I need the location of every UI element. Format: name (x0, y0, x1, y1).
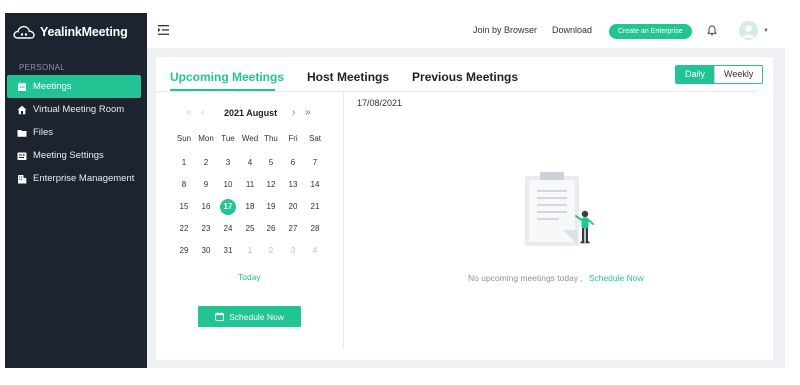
calendar-day[interactable]: 2 (198, 155, 214, 171)
calendar-day[interactable]: 22 (176, 221, 192, 237)
calendar-day[interactable]: 29 (176, 243, 192, 259)
sidebar-item-meeting-settings[interactable]: Meeting Settings (7, 144, 141, 167)
sidebar-item-label: Meeting Settings (33, 150, 104, 161)
meeting-tabs: Upcoming Meetings Host Meetings Previous… (170, 57, 541, 91)
brand-name: YealinkMeeting (40, 25, 128, 39)
active-tab-indicator (170, 89, 275, 91)
sidebar-item-virtual-meeting-room[interactable]: Virtual Meeting Room (7, 98, 141, 121)
bell-icon[interactable] (707, 25, 717, 36)
calendar-day[interactable]: 14 (307, 177, 323, 193)
calendar-day[interactable]: 4 (242, 155, 258, 171)
calendar-day[interactable]: 23 (198, 221, 214, 237)
menu-collapse-icon[interactable] (158, 24, 170, 36)
calendar-day[interactable]: 6 (285, 155, 301, 171)
calendar-day[interactable]: 5 (263, 155, 279, 171)
calendar-day-next-month[interactable]: 1 (242, 243, 258, 259)
calendar-day-next-month[interactable]: 4 (307, 243, 323, 259)
calendar-day[interactable]: 24 (220, 221, 236, 237)
empty-state-text: No upcoming meetings today , (468, 273, 583, 283)
calendar-header: « ‹ 2021 August › » (156, 107, 342, 121)
calendar-day[interactable]: 11 (242, 177, 258, 193)
weekday-label: Tue (221, 134, 235, 143)
tab-upcoming-meetings[interactable]: Upcoming Meetings (170, 70, 284, 91)
calendar-day-next-month[interactable]: 3 (285, 243, 301, 259)
sidebar-item-meetings[interactable]: Meetings (7, 75, 141, 98)
app-logo[interactable]: YealinkMeeting (13, 22, 128, 42)
prev-month-icon[interactable]: ‹ (201, 107, 204, 118)
weekday-label: Sat (308, 134, 321, 143)
calendar-icon (215, 312, 224, 321)
calendar-day[interactable]: 7 (307, 155, 323, 171)
calendar-day[interactable]: 19 (263, 199, 279, 215)
calendar-day-selected[interactable]: 17 (220, 199, 236, 215)
sidebar-item-label: Meetings (33, 81, 72, 92)
sidebar: YealinkMeeting PERSONAL Meetings Virtual… (5, 13, 147, 368)
calendar-day[interactable]: 8 (176, 177, 192, 193)
empty-state-schedule-link[interactable]: Schedule Now (589, 273, 644, 283)
yealink-logo-icon (13, 25, 35, 39)
calendar-day[interactable]: 27 (285, 221, 301, 237)
top-bar: Join by Browser Download Create an Enter… (147, 13, 785, 49)
settings-icon (17, 151, 27, 161)
view-toggle: Daily Weekly (675, 65, 764, 84)
calendar-day[interactable]: 15 (176, 199, 192, 215)
calendar-day-next-month[interactable]: 2 (263, 243, 279, 259)
empty-clipboard-illustration (525, 172, 594, 246)
sidebar-section-label: PERSONAL (19, 63, 65, 72)
calendar-day[interactable]: 26 (263, 221, 279, 237)
weekday-label: Sun (176, 134, 192, 143)
sidebar-nav: Meetings Virtual Meeting Room Files Meet… (7, 75, 141, 190)
user-avatar-icon (739, 21, 758, 40)
weekday-label: Thu (264, 134, 278, 143)
calendar-day[interactable]: 30 (198, 243, 214, 259)
weekday-label: Wed (241, 134, 259, 143)
calendar-day[interactable]: 28 (307, 221, 323, 237)
today-link[interactable]: Today (238, 272, 261, 282)
tab-previous-meetings[interactable]: Previous Meetings (412, 70, 518, 91)
calendar-day[interactable]: 18 (242, 199, 258, 215)
weekly-view-button[interactable]: Weekly (714, 66, 763, 83)
chevron-down-icon[interactable]: ▼ (763, 28, 769, 34)
calendar-day[interactable]: 12 (263, 177, 279, 193)
next-month-icon[interactable]: › (292, 107, 295, 118)
weekday-label: Fri (288, 134, 298, 143)
schedule-now-button[interactable]: Schedule Now (198, 306, 301, 327)
sidebar-item-label: Files (33, 127, 54, 138)
calendar-day[interactable]: 13 (285, 177, 301, 193)
calendar-day[interactable]: 21 (307, 199, 323, 215)
folder-icon (17, 128, 27, 138)
weekday-label: Mon (198, 134, 214, 143)
sidebar-item-files[interactable]: Files (7, 121, 141, 144)
calendar-day[interactable]: 3 (220, 155, 236, 171)
calendar-icon (17, 82, 27, 92)
next-year-icon[interactable]: » (305, 107, 311, 118)
create-enterprise-button[interactable]: Create an Enterprise (609, 24, 692, 39)
avatar[interactable] (739, 21, 758, 40)
calendar-day[interactable]: 20 (285, 199, 301, 215)
download-link[interactable]: Download (552, 25, 592, 35)
building-icon (17, 174, 27, 184)
meetings-panel: Upcoming Meetings Host Meetings Previous… (156, 57, 773, 360)
schedule-now-label: Schedule Now (229, 311, 284, 322)
tab-divider (156, 91, 758, 92)
agenda-date: 17/08/2021 (357, 98, 403, 108)
daily-view-button[interactable]: Daily (676, 66, 715, 83)
calendar-day[interactable]: 25 (242, 221, 258, 237)
calendar-day[interactable]: 16 (198, 199, 214, 215)
calendar-month-title: 2021 August (224, 108, 278, 118)
panel-divider (343, 92, 344, 349)
sidebar-item-label: Enterprise Management (33, 173, 135, 184)
sidebar-item-label: Virtual Meeting Room (33, 104, 125, 115)
tab-host-meetings[interactable]: Host Meetings (307, 70, 389, 91)
calendar-day[interactable]: 9 (198, 177, 214, 193)
join-by-browser-link[interactable]: Join by Browser (473, 25, 537, 35)
calendar-day[interactable]: 31 (220, 243, 236, 259)
calendar-day[interactable]: 1 (176, 155, 192, 171)
empty-state-message: No upcoming meetings today , Schedule Now (468, 273, 644, 283)
home-icon (17, 105, 27, 115)
calendar-day[interactable]: 10 (220, 177, 236, 193)
sidebar-item-enterprise-management[interactable]: Enterprise Management (7, 167, 141, 190)
prev-year-icon[interactable]: « (186, 107, 192, 118)
